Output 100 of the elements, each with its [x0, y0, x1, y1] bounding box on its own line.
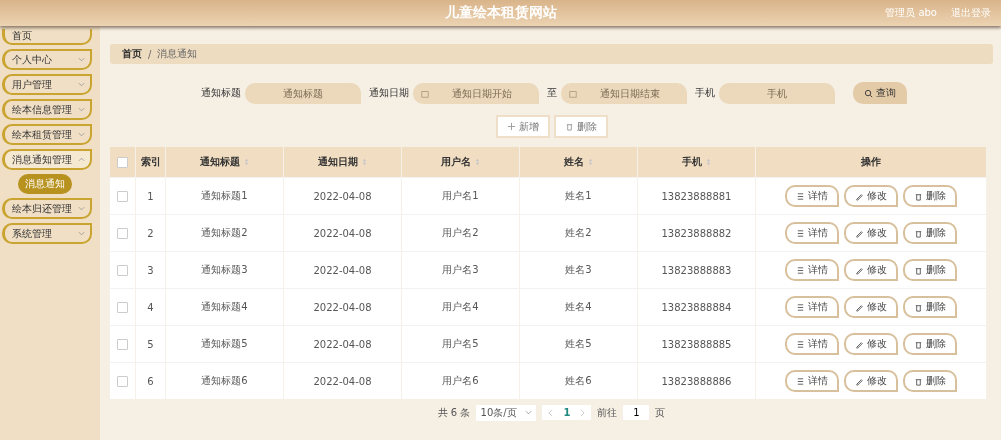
delete-button[interactable]: 删除: [903, 185, 957, 207]
lines-icon: [796, 376, 805, 386]
table-cell: 姓名4: [520, 289, 638, 325]
delete-button[interactable]: 删除: [903, 333, 957, 355]
site-title: 儿童绘本租赁网站: [444, 4, 557, 22]
next-icon[interactable]: [580, 408, 586, 417]
chevron-icon: [78, 82, 85, 87]
checkbox[interactable]: [117, 156, 128, 168]
checkbox[interactable]: [117, 190, 128, 202]
chevron-icon: [525, 410, 533, 415]
search-button[interactable]: 查询: [852, 82, 907, 104]
table-cell: 用户名2: [402, 215, 520, 251]
details-button[interactable]: 详情: [785, 259, 839, 281]
sort-icon: [244, 158, 249, 166]
delete-button[interactable]: 删除: [553, 115, 608, 138]
trash-icon: [564, 122, 574, 131]
column-header[interactable]: 姓名: [520, 147, 638, 177]
table-cell: 通知标题3: [166, 252, 284, 288]
table-cell: 姓名6: [520, 363, 638, 399]
trash-icon: [914, 339, 923, 349]
breadcrumb-separator: /: [148, 48, 152, 60]
delete-button[interactable]: 删除: [903, 222, 957, 244]
chevron-icon: [78, 132, 85, 137]
table-cell: 2022-04-08: [284, 326, 402, 362]
page-input[interactable]: 1: [623, 405, 650, 420]
edit-button[interactable]: 修改: [844, 296, 898, 318]
sidebar-item[interactable]: 首页: [2, 29, 92, 45]
sidebar-item[interactable]: 绘本信息管理: [2, 99, 92, 120]
pencil-icon: [855, 302, 864, 312]
trash-icon: [914, 228, 923, 238]
details-button[interactable]: 详情: [785, 333, 839, 355]
chevron-icon: [78, 157, 85, 162]
sidebar-item[interactable]: 绘本归还管理: [2, 198, 92, 219]
table-cell: 通知标题1: [166, 178, 284, 214]
edit-button[interactable]: 修改: [844, 333, 898, 355]
pencil-icon: [855, 376, 864, 386]
details-button[interactable]: 详情: [785, 370, 839, 392]
pencil-icon: [855, 339, 864, 349]
calendar-icon: [568, 89, 577, 98]
table-cell: 用户名4: [402, 289, 520, 325]
column-header[interactable]: 用户名: [402, 147, 520, 177]
pencil-icon: [855, 191, 864, 201]
chevron-icon: [78, 231, 85, 236]
sidebar-item[interactable]: 个人中心: [2, 49, 92, 70]
breadcrumb-current: 消息通知: [157, 47, 198, 61]
delete-button[interactable]: 删除: [903, 259, 957, 281]
lines-icon: [796, 228, 805, 238]
checkbox[interactable]: [117, 301, 128, 313]
lines-icon: [796, 339, 805, 349]
table-cell: 2022-04-08: [284, 363, 402, 399]
delete-button[interactable]: 删除: [903, 370, 957, 392]
sidebar-item[interactable]: 消息通知管理: [2, 149, 92, 170]
details-button[interactable]: 详情: [785, 185, 839, 207]
table-cell: 2022-04-08: [284, 215, 402, 251]
lines-icon: [796, 302, 805, 312]
input-field[interactable]: 通知标题: [244, 82, 361, 104]
user-label: 管理员 abo: [885, 6, 937, 20]
checkbox[interactable]: [117, 375, 128, 387]
edit-button[interactable]: 修改: [844, 222, 898, 244]
field-label: 通知标题: [200, 86, 241, 100]
table-cell: 2: [136, 215, 166, 251]
breadcrumb-link[interactable]: 首页: [122, 47, 142, 61]
edit-button[interactable]: 修改: [844, 185, 898, 207]
table-cell: 13823888882: [638, 215, 756, 251]
checkbox[interactable]: [117, 264, 128, 276]
edit-button[interactable]: 修改: [844, 259, 898, 281]
table-cell: 通知标题2: [166, 215, 284, 251]
date-field[interactable]: 通知日期结束: [560, 82, 687, 104]
chevron-icon: [78, 206, 85, 211]
pencil-icon: [855, 228, 864, 238]
date-field[interactable]: 通知日期开始: [412, 82, 539, 104]
field-label: 手机: [694, 86, 715, 100]
table-cell: 姓名3: [520, 252, 638, 288]
sidebar-item[interactable]: 绘本租赁管理: [2, 124, 92, 145]
column-header[interactable]: 索引: [136, 147, 166, 177]
table-cell: 5: [136, 326, 166, 362]
page-unit: 页: [655, 405, 666, 420]
checkbox[interactable]: [117, 227, 128, 239]
column-header[interactable]: 通知日期: [284, 147, 402, 177]
trash-icon: [914, 265, 923, 275]
page-size-select[interactable]: 10条/页: [476, 404, 537, 421]
range-separator: 至: [546, 86, 557, 100]
sort-icon: [475, 158, 480, 166]
details-button[interactable]: 详情: [785, 222, 839, 244]
sidebar-item[interactable]: 系统管理: [2, 223, 92, 244]
column-header[interactable]: 手机: [638, 147, 756, 177]
details-button[interactable]: 详情: [785, 296, 839, 318]
add-button[interactable]: 新增: [495, 115, 550, 138]
table-cell: 2022-04-08: [284, 289, 402, 325]
page-number[interactable]: 1: [563, 407, 571, 418]
column-header[interactable]: 操作: [756, 147, 987, 177]
column-header[interactable]: 通知标题: [166, 147, 284, 177]
checkbox[interactable]: [117, 338, 128, 350]
sidebar-item[interactable]: 用户管理: [2, 74, 92, 95]
edit-button[interactable]: 修改: [844, 370, 898, 392]
lines-icon: [796, 191, 805, 201]
previous-icon[interactable]: [548, 408, 554, 417]
table-cell: 13823888883: [638, 252, 756, 288]
delete-button[interactable]: 删除: [903, 296, 957, 318]
input-field[interactable]: 手机: [718, 82, 835, 104]
